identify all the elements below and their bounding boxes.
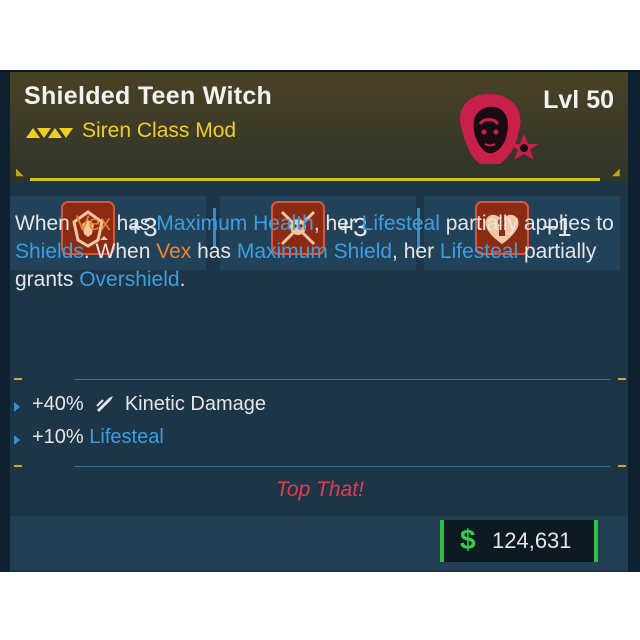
item-type: Siren Class Mod	[82, 119, 237, 142]
bonus-value: +10%	[32, 426, 84, 448]
item-level: Lvl 50	[543, 86, 614, 114]
price-amount: 124,631	[492, 528, 572, 553]
header-corner-right: ◢	[612, 167, 620, 178]
bonus-label: Kinetic Damage	[124, 393, 267, 415]
bullet-icon	[14, 402, 20, 412]
bonus-value: +40%	[32, 393, 84, 415]
bullet-icon	[14, 435, 20, 445]
kinetic-bullet-icon	[96, 396, 114, 412]
item-description: When Vex has Maximum Health, her Lifeste…	[15, 212, 614, 291]
section-divider	[14, 375, 626, 385]
header-underline	[30, 178, 600, 181]
header-corner-left: ◣	[16, 167, 24, 178]
siren-portrait-icon	[459, 93, 538, 164]
item-header: Shielded Teen Witch Siren Class Mod Lvl …	[10, 72, 628, 182]
dollar-icon: $	[460, 524, 476, 555]
price-box: $ 124,631	[440, 520, 598, 562]
rarity-chevrons-icon	[26, 128, 73, 138]
item-name: Shielded Teen Witch	[24, 82, 273, 110]
flavor-text: Top That!	[276, 478, 364, 501]
bonus-label: Lifesteal	[89, 426, 164, 448]
section-divider	[14, 462, 626, 472]
